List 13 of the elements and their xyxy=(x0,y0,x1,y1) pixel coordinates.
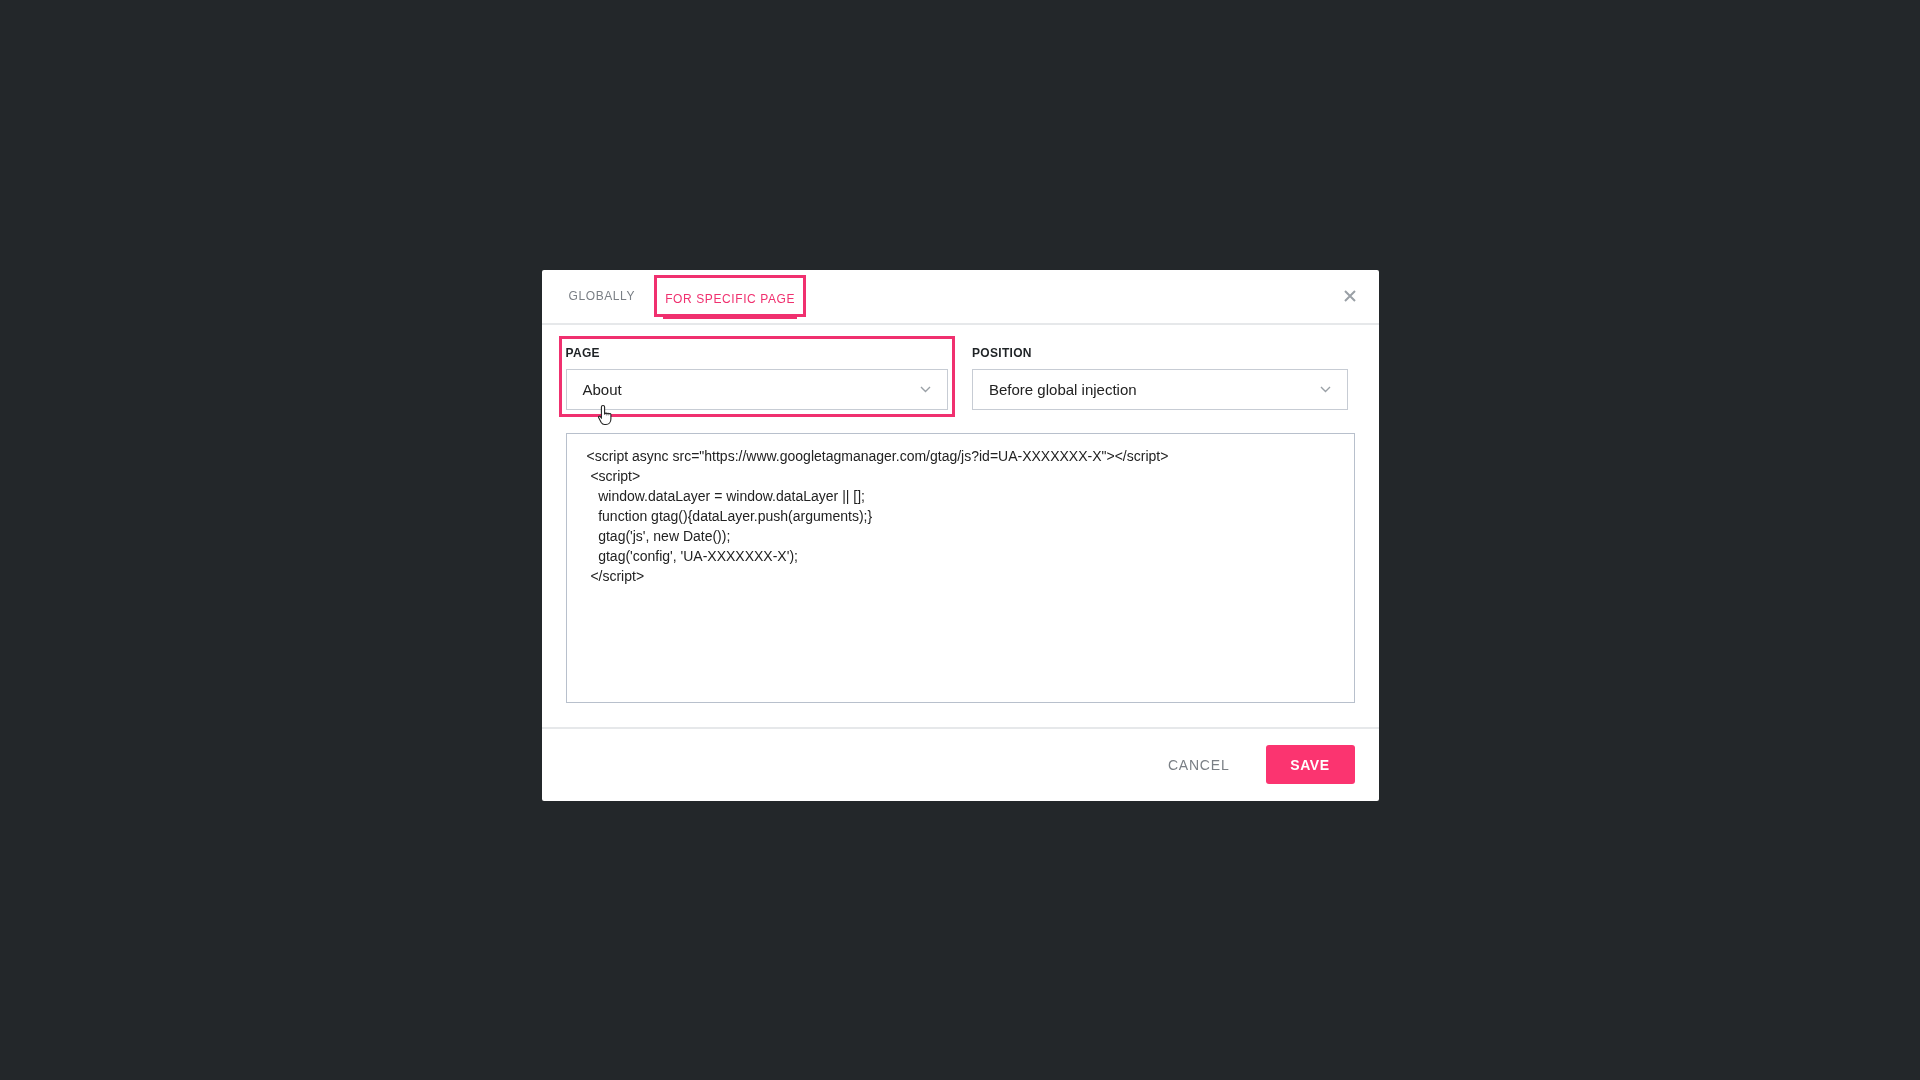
save-button[interactable]: SAVE xyxy=(1265,745,1355,784)
close-icon[interactable] xyxy=(1342,289,1357,303)
field-label: POSITION xyxy=(972,345,1032,360)
dropdown[interactable]: About xyxy=(565,368,948,410)
chevron-icon xyxy=(1319,385,1331,393)
field-label: PAGE xyxy=(565,345,600,360)
tab[interactable]: GLOBALLY xyxy=(566,276,638,316)
cancel-button[interactable]: CANCEL xyxy=(1159,746,1238,783)
chevron-icon xyxy=(920,385,931,393)
pointer-cursor-icon xyxy=(596,403,615,426)
tab[interactable]: FOR SPECIFIC PAGE xyxy=(663,285,798,319)
dropdown[interactable]: Before global injection xyxy=(972,368,1348,410)
code-editor[interactable]: <script async src="https://www.googletagmanager.com/gtag/js?id=UA-XXXXXXX-X"></script> <script> window.dataLayer = window.dataLayer || []; function gtag(){dataLayer.push(arguments);} gtag('js', new Date()); gtag('config', 'UA-XXXXXXX-X'); </script> xyxy=(565,432,1355,703)
